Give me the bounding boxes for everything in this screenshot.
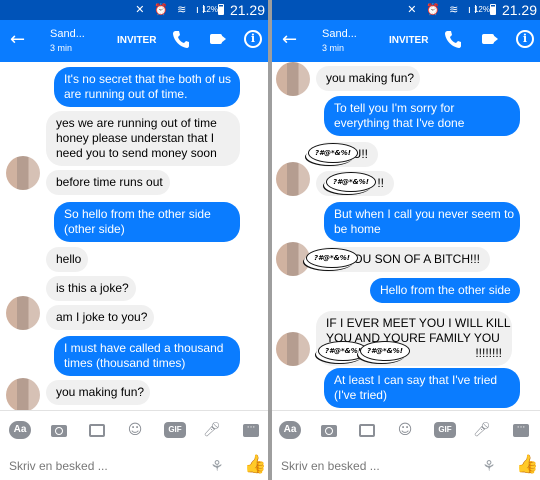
gif-icon[interactable]: GIF xyxy=(164,422,186,438)
composer-toolbar: Aa ☺ GIF 🎤︎ ··· xyxy=(272,419,540,443)
status-time: 21.29 xyxy=(229,2,265,18)
like-icon[interactable]: 👍 xyxy=(244,455,266,475)
phone-icon[interactable] xyxy=(445,30,461,48)
outgoing-message[interactable]: But when I call you never seem to be hom… xyxy=(324,202,520,242)
outgoing-message[interactable]: At least I can say that I've tried (I've… xyxy=(324,368,520,408)
back-arrow-icon[interactable]: ← xyxy=(10,29,25,50)
emoji-icon[interactable]: ☺ xyxy=(395,419,415,441)
incoming-message[interactable]: am I joke to you? xyxy=(46,305,154,330)
aa-icon[interactable]: Aa xyxy=(9,421,31,439)
info-icon[interactable]: i xyxy=(244,30,262,48)
status-bar: ✕ ⏰ ≋ ıl 12% 21.29 xyxy=(272,0,540,20)
contact-avatar xyxy=(6,296,40,330)
contact-avatar xyxy=(276,332,310,366)
gif-icon[interactable]: GIF xyxy=(434,422,456,438)
invite-button[interactable]: INVITER xyxy=(389,35,428,46)
aa-icon[interactable]: Aa xyxy=(279,421,301,439)
back-arrow-icon[interactable]: ← xyxy=(282,29,297,50)
incoming-message[interactable]: hello xyxy=(46,247,88,272)
censor-bubble: ?#@*&%! xyxy=(306,248,358,268)
status-time: 21.29 xyxy=(501,2,537,18)
status-bar: ✕ ⏰ ≋ ıl 12% 21.29 xyxy=(0,0,268,20)
chat-screen-left: ✕ ⏰ ≋ ıl 12% 21.29 ← Sand... 3 min INVIT… xyxy=(0,0,268,480)
message-input[interactable]: Skriv en besked ... xyxy=(9,459,108,473)
outgoing-message[interactable]: So hello from the other side (other side… xyxy=(54,202,240,242)
video-call-icon[interactable] xyxy=(482,34,498,44)
image-icon[interactable] xyxy=(89,424,105,437)
incoming-message[interactable]: you making fun? xyxy=(46,380,150,405)
outgoing-message[interactable]: I must have called a thousand times (tho… xyxy=(54,336,240,376)
message-input[interactable]: Skriv en besked ... xyxy=(281,459,380,473)
censor-bubble: ?#@*&%! xyxy=(360,341,410,361)
last-active: 3 min xyxy=(322,43,345,53)
chat-header: ← Sand... 3 min INVITER i xyxy=(0,20,268,62)
chat-header: ← Sand... 3 min INVITER i xyxy=(272,20,540,62)
censor-bubble: ?#@*&%! xyxy=(326,172,376,192)
chat-screen-right: ✕ ⏰ ≋ ıl 12% 21.29 ← Sand... 3 min INVIT… xyxy=(272,0,540,480)
invite-button[interactable]: INVITER xyxy=(117,35,156,46)
contact-avatar xyxy=(6,378,40,412)
contact-avatar xyxy=(276,242,310,276)
more-icon[interactable]: ··· xyxy=(243,424,259,437)
status-icons: ✕ ⏰ ≋ ıl xyxy=(135,3,208,16)
sticker-icon[interactable]: ⚘ xyxy=(208,457,226,475)
outgoing-message[interactable]: To tell you I'm sorry for everything tha… xyxy=(324,96,520,136)
phone-icon[interactable] xyxy=(173,30,189,48)
contact-avatar xyxy=(276,62,310,96)
image-icon[interactable] xyxy=(359,424,375,437)
incoming-message[interactable]: is this a joke? xyxy=(46,276,136,301)
status-icons: ✕ ⏰ ≋ ıl xyxy=(407,3,480,16)
battery-icon xyxy=(218,4,224,15)
camera-icon[interactable] xyxy=(51,425,67,437)
battery-percent: 12% xyxy=(473,5,490,14)
battery-icon xyxy=(490,4,496,15)
censor-bubble: ?#@*&%! xyxy=(308,143,358,163)
sticker-icon[interactable]: ⚘ xyxy=(480,457,498,475)
emoji-icon[interactable]: ☺ xyxy=(125,419,145,441)
last-active: 3 min xyxy=(50,43,73,53)
incoming-message[interactable]: yes we are running out of time honey ple… xyxy=(46,111,240,166)
contact-name[interactable]: Sand... xyxy=(322,28,357,40)
camera-icon[interactable] xyxy=(321,425,337,437)
microphone-icon[interactable]: 🎤︎ xyxy=(203,419,221,441)
more-icon[interactable]: ··· xyxy=(513,424,529,437)
composer: Aa ☺ GIF 🎤︎ ··· Skriv en besked ... ⚘ 👍 xyxy=(272,410,540,480)
contact-avatar xyxy=(276,162,310,196)
contact-name[interactable]: Sand... xyxy=(50,28,85,40)
outgoing-message[interactable]: Hello from the other side xyxy=(370,278,520,303)
incoming-message[interactable]: before time runs out xyxy=(46,170,170,195)
video-call-icon[interactable] xyxy=(210,34,226,44)
microphone-icon[interactable]: 🎤︎ xyxy=(473,419,491,441)
composer-toolbar: Aa ☺ GIF 🎤︎ ··· xyxy=(0,419,268,443)
like-icon[interactable]: 👍 xyxy=(516,455,538,475)
info-icon[interactable]: i xyxy=(516,30,534,48)
incoming-message[interactable]: you making fun? xyxy=(316,66,420,91)
outgoing-message[interactable]: It's no secret that the both of us are r… xyxy=(54,67,240,107)
composer: Aa ☺ GIF 🎤︎ ··· Skriv en besked ... ⚘ 👍 xyxy=(0,410,268,480)
battery-percent: 12% xyxy=(201,5,218,14)
contact-avatar xyxy=(6,156,40,190)
